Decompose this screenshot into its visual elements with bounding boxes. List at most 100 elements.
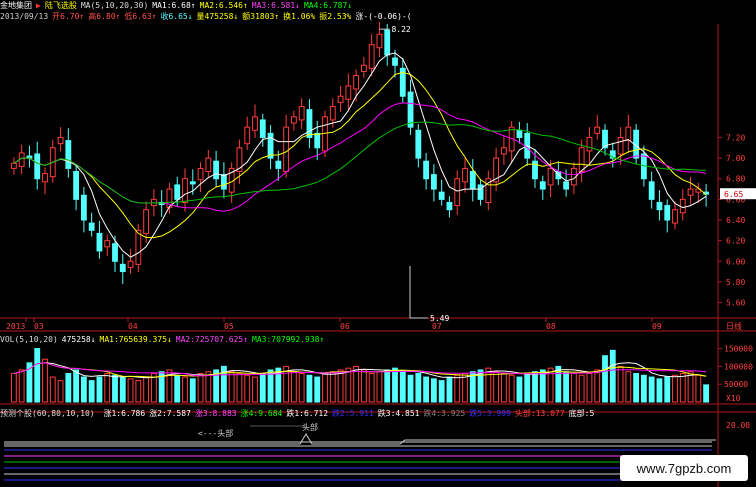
quote-amount: 额31803↑ <box>242 12 280 21</box>
price-tick-label: 6.40 <box>726 216 745 225</box>
indicator-value: 涨3:8.883 <box>194 409 237 418</box>
volume-bar <box>446 376 453 403</box>
vol-unit-label: X10 <box>726 394 741 403</box>
vol-tick-label: 100000 <box>724 362 753 371</box>
volume-bar <box>563 371 570 403</box>
candle-body <box>205 157 212 173</box>
volume-bar <box>392 367 398 403</box>
candle-body <box>329 106 336 121</box>
candle-body <box>42 173 48 183</box>
volume-bar <box>18 369 25 403</box>
ma2-value: MA2:6.546↑ <box>199 1 248 10</box>
candle-body <box>182 178 188 203</box>
marker-icon: ▶ <box>36 1 41 10</box>
volume-bar <box>516 376 523 403</box>
candle-body <box>586 136 593 152</box>
candle-body <box>423 160 430 180</box>
indicator-value: 跌5:3.999 <box>469 409 511 418</box>
volume-bar <box>399 371 406 403</box>
volume-bar <box>244 374 251 403</box>
head-annotation-peak: 头部 <box>302 422 318 432</box>
indicator-value: 跌2:5.911 <box>332 409 374 418</box>
candle-body <box>360 64 367 72</box>
volume-bar <box>524 373 531 403</box>
volume-bar <box>679 373 686 403</box>
indicator-value: 头部:13.077 <box>514 409 565 418</box>
volume-bar <box>143 376 150 403</box>
volume-bar <box>695 374 702 403</box>
volume-bar <box>609 349 616 403</box>
volume-bar <box>454 374 461 403</box>
candle-body <box>462 167 468 183</box>
price-tick-label: 6.80 <box>726 175 745 184</box>
indicator-value: 涨4:9.684 <box>240 409 283 418</box>
volume-bar <box>485 367 492 403</box>
volume-bar <box>508 374 515 403</box>
volume-bar <box>672 374 678 403</box>
candle-body <box>174 184 181 200</box>
quote-volume: 量475258↓ <box>196 12 239 21</box>
indicator-value: 底部:5 <box>568 409 595 418</box>
volume-bar <box>112 374 118 403</box>
candle-body <box>298 106 305 121</box>
ma10-line <box>13 71 707 238</box>
candle-body <box>578 147 585 173</box>
stock-name[interactable]: 金地集团 <box>0 1 32 10</box>
ma3-value: MA3:6.581↓ <box>251 1 300 10</box>
candle-body <box>314 132 321 149</box>
vol-label[interactable]: VOL(5,10,20) <box>0 335 58 344</box>
volume-bar <box>329 371 336 403</box>
candle-body <box>679 198 686 214</box>
volume-bar <box>73 369 80 403</box>
quote-close: 收6.65↓ <box>160 12 193 21</box>
volume-bar <box>462 373 468 403</box>
volume-bar <box>368 373 375 403</box>
volume-bar <box>376 371 383 403</box>
volume-bar <box>104 373 111 403</box>
candle-body <box>368 44 375 69</box>
period-label: 日线 <box>726 321 742 331</box>
volume-bar <box>10 373 17 403</box>
candle-body <box>617 136 624 155</box>
candle-body <box>415 129 422 159</box>
candle-body <box>594 126 601 134</box>
indicator-name[interactable]: 陆飞选股 <box>45 1 77 10</box>
candle-body <box>220 174 227 190</box>
time-label: 04 <box>128 322 138 331</box>
candle-body <box>244 126 251 145</box>
volume-bar <box>625 371 632 403</box>
price-tick-label: 7.20 <box>726 133 745 142</box>
candle-body <box>283 126 290 173</box>
volume-bar <box>337 369 344 403</box>
volume-bar <box>298 373 305 403</box>
candle-body <box>547 167 554 186</box>
volume-bar <box>322 373 328 403</box>
indicator-value: 跌4:3.925 <box>423 409 466 418</box>
candle-body <box>376 33 383 49</box>
indicator-title[interactable]: 预测个股(60,80,10,10) <box>0 409 95 418</box>
current-price-label: 6.65 <box>724 190 743 199</box>
candle-body <box>127 260 134 268</box>
volume-bar <box>127 378 134 403</box>
volume-bar <box>703 384 710 403</box>
volume-bar <box>602 355 608 403</box>
candle-body <box>213 160 220 180</box>
time-label: 2013 <box>6 322 25 331</box>
volume-bar <box>656 378 663 403</box>
ma5-line <box>13 52 707 258</box>
candle-body <box>96 232 103 252</box>
volume-bar <box>539 369 546 403</box>
watermark: www.7gpzb.com <box>620 455 748 481</box>
candle-body <box>384 29 391 56</box>
candle-body <box>112 243 118 262</box>
candle-body <box>672 209 678 224</box>
price-tick-label: 7.00 <box>726 154 745 163</box>
candle-body <box>119 263 126 273</box>
candle-body <box>345 85 352 100</box>
candle-body <box>407 91 414 128</box>
indicator-value: 跌3:4.851 <box>377 409 420 418</box>
vol-ma2: MA2:725707.625↑ <box>175 335 249 344</box>
volume-bar <box>578 374 585 403</box>
volume-bar <box>438 380 445 403</box>
candle-body <box>104 240 111 248</box>
